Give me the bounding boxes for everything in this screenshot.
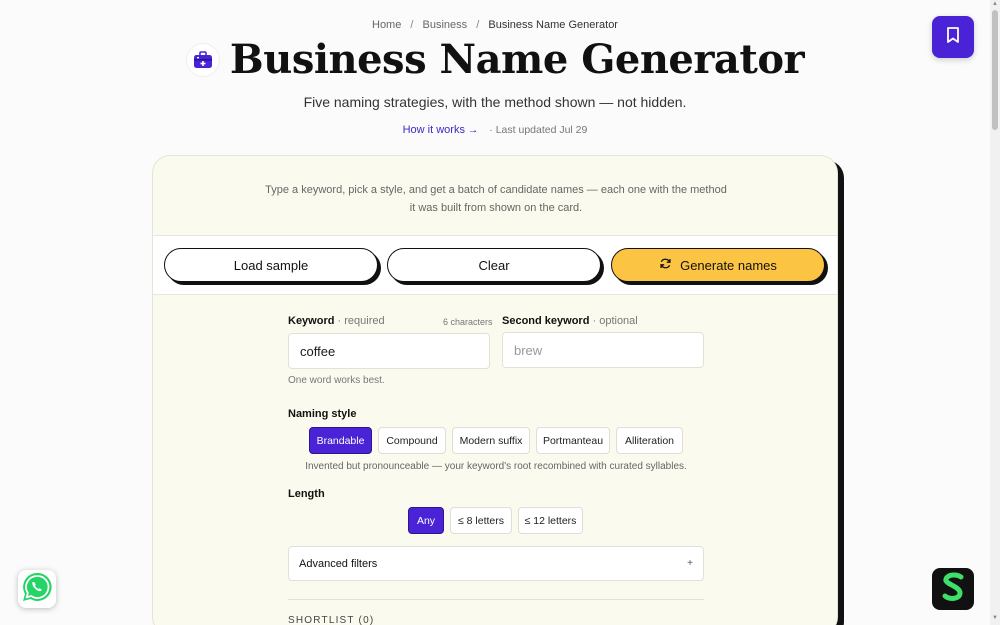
scroll-up-arrow-icon[interactable]: ▲ [991, 1, 999, 9]
second-keyword-optional-note: · optional [592, 315, 638, 327]
s-logo-button[interactable] [932, 568, 974, 610]
style-chip-label: Portmanteau [542, 434, 604, 447]
plus-icon: + [687, 558, 693, 569]
breadcrumb-current: Business Name Generator [488, 19, 618, 31]
length-chip-label: ≤ 8 letters [457, 514, 505, 527]
keyword-required-note: · required [337, 315, 385, 327]
keyword-label: Keyword · required [288, 315, 385, 327]
second-keyword-label-text: Second keyword [502, 315, 590, 327]
last-updated: · Last updated Jul 29 [489, 124, 588, 136]
length-chip-label: ≤ 12 letters [524, 514, 577, 527]
second-keyword-input[interactable]: brew [502, 332, 704, 368]
generate-names-button[interactable]: Generate names [611, 248, 825, 282]
keyword-input-value: coffee [300, 343, 336, 359]
meta-row: How it works → · Last updated Jul 29 [0, 124, 990, 136]
style-chip-label: Compound [386, 434, 438, 447]
style-chip-modern-suffix[interactable]: Modern suffix [452, 427, 530, 454]
style-chip-label: Brandable [316, 434, 365, 447]
style-chip-label: Alliteration [624, 434, 675, 447]
whatsapp-button[interactable] [18, 570, 56, 608]
load-sample-label: Load sample [233, 257, 309, 273]
bookmark-button[interactable] [932, 16, 974, 58]
arrow-right-icon: → [467, 124, 479, 136]
bookmark-icon [945, 26, 961, 49]
breadcrumb-separator: / [410, 19, 414, 31]
page-subtitle: Five naming strategies, with the method … [303, 94, 687, 110]
advanced-filters-toggle[interactable]: Advanced filters + [288, 546, 704, 581]
naming-style-description: Invented but pronounceable — your keywor… [305, 461, 687, 472]
keyword-input[interactable]: coffee [288, 333, 490, 369]
generator-card: Type a keyword, pick a style, and get a … [152, 155, 838, 625]
style-chip-label: Modern suffix [459, 434, 523, 447]
keyword-char-count: 6 characters [443, 317, 493, 327]
advanced-filters-label: Advanced filters [299, 557, 378, 570]
s-logo-icon [939, 571, 967, 607]
length-label: Length [288, 488, 325, 500]
length-chip-label: Any [416, 514, 436, 527]
naming-style-label: Naming style [288, 408, 357, 420]
whatsapp-icon [20, 570, 54, 609]
action-bar: Load sample Clear Generate names [153, 235, 837, 295]
clear-button[interactable]: Clear [387, 248, 601, 282]
length-chip-8[interactable]: ≤ 8 letters [450, 507, 512, 534]
shortlist-heading: SHORTLIST (0) [288, 615, 375, 625]
page-title: Business Name Generator [229, 36, 805, 83]
breadcrumb: Home / Business / Business Name Generato… [0, 19, 990, 31]
style-chip-portmanteau[interactable]: Portmanteau [536, 427, 610, 454]
style-chip-compound[interactable]: Compound [378, 427, 446, 454]
toolbox-icon [185, 42, 220, 77]
second-keyword-placeholder: brew [514, 342, 543, 358]
length-chip-any[interactable]: Any [408, 507, 444, 534]
second-keyword-label: Second keyword · optional [502, 315, 638, 327]
length-chip-12[interactable]: ≤ 12 letters [518, 507, 583, 534]
breadcrumb-home[interactable]: Home [372, 19, 401, 31]
style-chip-brandable[interactable]: Brandable [309, 427, 372, 454]
style-chip-alliteration[interactable]: Alliteration [616, 427, 683, 454]
divider [288, 599, 704, 600]
scroll-down-arrow-icon[interactable]: ▼ [991, 615, 999, 623]
breadcrumb-separator: / [476, 19, 480, 31]
how-it-works-link[interactable]: How it works [403, 124, 465, 136]
keyword-label-text: Keyword [288, 315, 335, 327]
scrollbar-thumb[interactable] [992, 10, 998, 130]
refresh-icon [659, 257, 672, 273]
title-row: Business Name Generator [0, 36, 990, 83]
clear-label: Clear [478, 257, 510, 273]
keyword-hint: One word works best. [288, 375, 385, 386]
load-sample-button[interactable]: Load sample [164, 248, 378, 282]
card-intro: Type a keyword, pick a style, and get a … [265, 184, 727, 214]
generate-names-label: Generate names [680, 257, 777, 273]
breadcrumb-business[interactable]: Business [423, 19, 468, 31]
